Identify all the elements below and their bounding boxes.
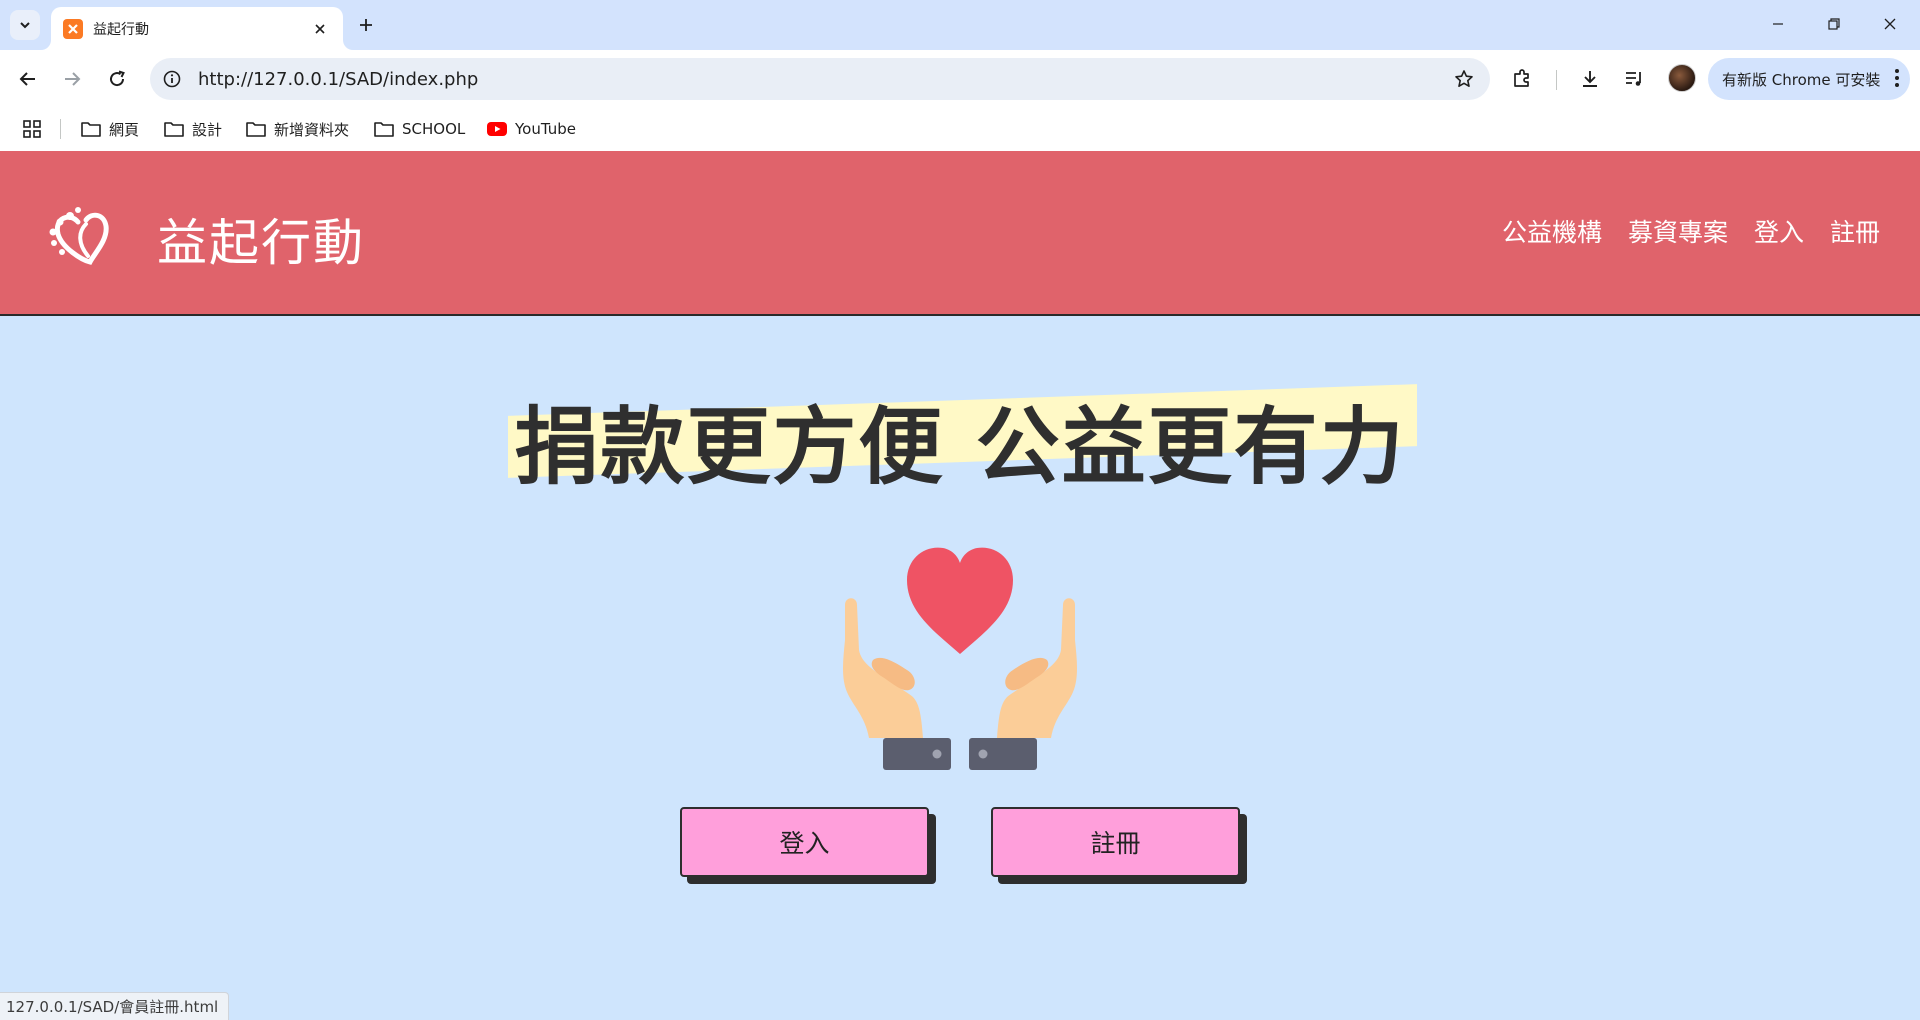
- plus-icon: [360, 19, 372, 31]
- youtube-icon: [487, 122, 507, 136]
- new-tab-button[interactable]: [351, 10, 381, 40]
- arrow-right-icon: [65, 72, 81, 86]
- forward-button[interactable]: [54, 61, 90, 97]
- bookmark-star-icon[interactable]: [1446, 61, 1482, 97]
- extensions-icon[interactable]: [1504, 61, 1540, 97]
- browser-toolbar: http://127.0.0.1/SAD/index.php 有新版 Chrom…: [0, 50, 1920, 107]
- arrow-left-icon: [19, 72, 35, 86]
- login-button[interactable]: 登入: [680, 807, 929, 877]
- address-bar[interactable]: http://127.0.0.1/SAD/index.php: [150, 58, 1490, 100]
- hero-title: 捐款更方便 公益更有力: [508, 380, 1418, 501]
- status-bar-url: 127.0.0.1/SAD/會員註冊.html: [0, 992, 230, 1020]
- xampp-favicon-icon: [63, 18, 83, 39]
- tab-search-button[interactable]: [10, 10, 40, 40]
- tab-strip: 益起行動: [0, 0, 1920, 50]
- reload-icon: [110, 70, 125, 87]
- folder-icon: [374, 121, 394, 137]
- restore-icon: [1828, 18, 1840, 30]
- bookmark-label: YouTube: [515, 120, 576, 138]
- bookmarks-divider: [60, 119, 61, 139]
- download-icon[interactable]: [1572, 61, 1608, 97]
- tab-close-icon[interactable]: [309, 18, 331, 40]
- register-button[interactable]: 註冊: [991, 807, 1240, 877]
- tab-title: 益起行動: [93, 21, 149, 38]
- bookmark-youtube[interactable]: YouTube: [487, 116, 576, 142]
- bookmark-folder[interactable]: 新增資料夾: [246, 116, 349, 142]
- toolbar-divider: [1556, 70, 1557, 90]
- folder-icon: [246, 121, 266, 137]
- close-icon: [1884, 18, 1896, 30]
- nav-organizations[interactable]: 公益機構: [1502, 213, 1602, 249]
- bookmark-folder[interactable]: 網頁: [81, 116, 139, 142]
- bookmarks-bar: 網頁 設計 新增資料夾 SCHOOL YouTube: [0, 107, 1920, 151]
- update-label: 有新版 Chrome 可安裝: [1722, 70, 1881, 89]
- site-info-icon[interactable]: [154, 61, 190, 97]
- nav-register[interactable]: 註冊: [1830, 213, 1880, 249]
- bookmark-label: 網頁: [109, 120, 140, 139]
- back-button[interactable]: [10, 61, 46, 97]
- chevron-down-icon: [20, 22, 30, 29]
- chrome-update-button[interactable]: 有新版 Chrome 可安裝: [1708, 58, 1910, 100]
- folder-icon: [164, 121, 184, 137]
- menu-dots-icon: [1895, 69, 1899, 87]
- hero-title-text: 捐款更方便 公益更有力: [514, 398, 1406, 496]
- hero-section: 捐款更方便 公益更有力: [0, 380, 1920, 501]
- bookmark-folder[interactable]: 設計: [164, 116, 222, 142]
- site-title[interactable]: 益起行動: [157, 203, 365, 275]
- minimize-icon: [1773, 23, 1783, 25]
- bookmark-label: SCHOOL: [402, 120, 466, 138]
- close-window-button[interactable]: [1862, 0, 1918, 48]
- nav-projects[interactable]: 募資專案: [1628, 213, 1728, 249]
- bookmark-label: 新增資料夾: [274, 120, 350, 139]
- bookmark-folder[interactable]: SCHOOL: [374, 116, 465, 142]
- browser-tab-active[interactable]: 益起行動: [51, 7, 343, 50]
- hands-holding-heart-icon: [843, 547, 1077, 770]
- nav-login[interactable]: 登入: [1754, 213, 1804, 249]
- minimize-button[interactable]: [1750, 0, 1806, 48]
- profile-avatar[interactable]: [1668, 64, 1696, 92]
- url-text[interactable]: http://127.0.0.1/SAD/index.php: [198, 69, 1446, 90]
- folder-icon: [81, 121, 101, 137]
- site-nav: 公益機構 募資專案 登入 註冊: [1502, 213, 1880, 249]
- restore-button[interactable]: [1806, 0, 1862, 48]
- media-controls-icon[interactable]: [1616, 61, 1652, 97]
- heart-logo-icon[interactable]: [48, 206, 114, 266]
- bookmark-label: 設計: [192, 120, 223, 139]
- site-header: 益起行動 公益機構 募資專案 登入 註冊: [0, 151, 1920, 316]
- reload-button[interactable]: [99, 61, 135, 97]
- apps-grid-icon[interactable]: [20, 117, 44, 141]
